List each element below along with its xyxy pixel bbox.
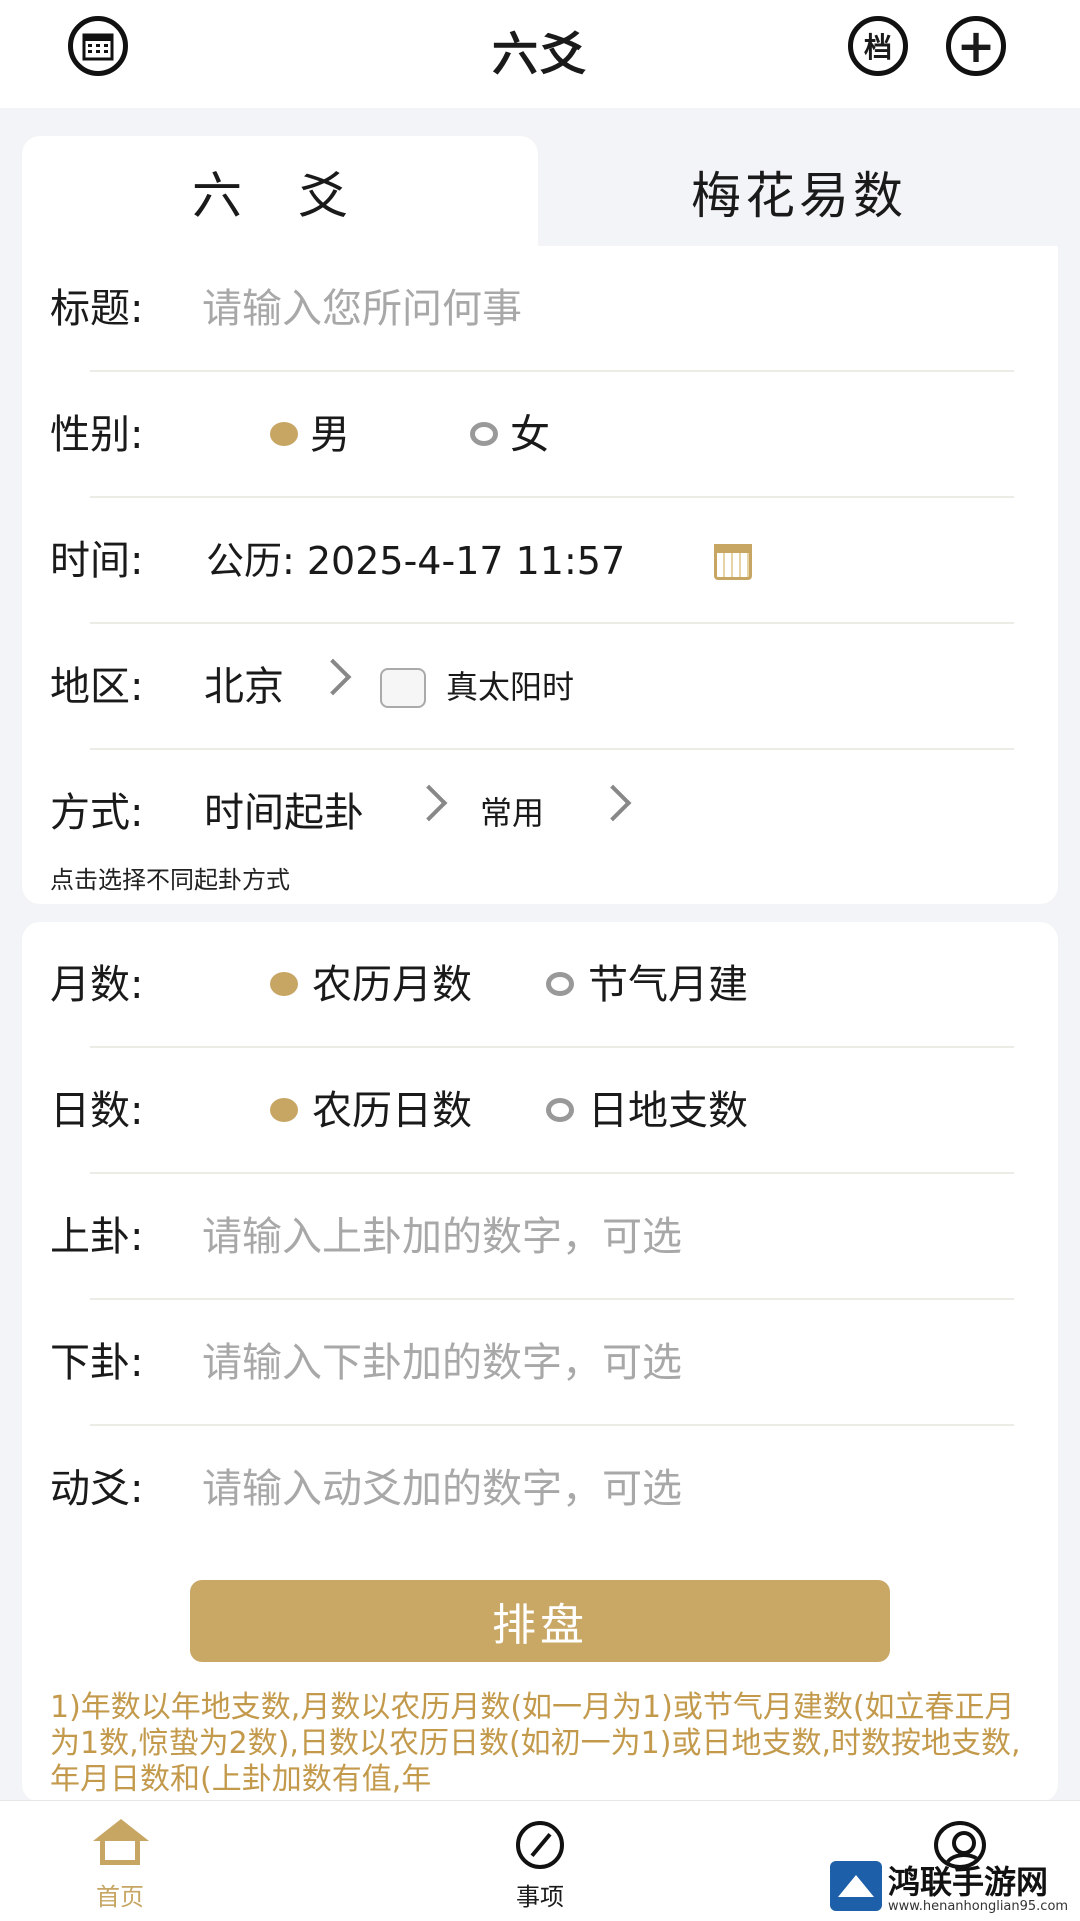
chevron-right-icon[interactable] [314, 658, 352, 696]
top-bar: 六爻 档 + [0, 0, 1080, 108]
title-input[interactable]: 请输入您所问何事 [202, 246, 522, 372]
lower-trigram-row: 下卦: 请输入下卦加的数字，可选 [50, 1300, 1014, 1426]
radio-female[interactable] [470, 422, 498, 446]
day-row: 日数: 农历日数 日地支数 [50, 1048, 1014, 1174]
watermark-logo-icon [830, 1861, 882, 1911]
title-row: 标题: 请输入您所问何事 [50, 246, 1014, 372]
watermark: 鸿联手游网 www.henanhonglian95.com [830, 1855, 1076, 1917]
lower-trigram-input[interactable]: 请输入下卦加的数字，可选 [202, 1300, 682, 1426]
nav-tasks[interactable]: 事项 [470, 1821, 610, 1912]
solar-time-label[interactable]: 真太阳时 [446, 624, 574, 750]
time-row: 时间: 公历: 2025-4-17 11:57 [50, 498, 1014, 624]
method-label: 方式: [50, 790, 144, 836]
moving-line-input[interactable]: 请输入动爻加的数字，可选 [202, 1426, 682, 1552]
region-label: 地区: [50, 664, 144, 710]
submit-button[interactable]: 排盘 [190, 1580, 890, 1662]
region-value[interactable]: 北京 [204, 624, 284, 750]
solar-time-checkbox[interactable] [380, 668, 426, 708]
method-hint: 点击选择不同起卦方式 [50, 866, 290, 894]
page-title: 六爻 [492, 27, 588, 81]
nav-tasks-label: 事项 [516, 1883, 564, 1911]
method-preset[interactable]: 常用 [480, 750, 544, 876]
gender-label: 性别: [50, 412, 144, 458]
radio-male[interactable] [270, 422, 298, 446]
home-icon [93, 1819, 149, 1865]
calendar-picker-icon[interactable] [714, 544, 752, 580]
moving-line-label: 动爻: [50, 1466, 144, 1512]
radio-lunar-day-label[interactable]: 农历日数 [312, 1048, 472, 1174]
archive-button[interactable]: 档 [848, 16, 908, 76]
radio-female-label[interactable]: 女 [510, 372, 550, 498]
radio-solar-term-month-label[interactable]: 节气月建 [588, 922, 748, 1048]
upper-trigram-label: 上卦: [50, 1214, 144, 1260]
upper-trigram-row: 上卦: 请输入上卦加的数字，可选 [50, 1174, 1014, 1300]
upper-trigram-input[interactable]: 请输入上卦加的数字，可选 [202, 1174, 682, 1300]
day-label: 日数: [50, 1088, 144, 1134]
time-label: 时间: [50, 538, 144, 584]
number-settings-card: 月数: 农历月数 节气月建 日数: 农历日数 日地支数 上卦: 请输入上卦加的数… [22, 922, 1058, 1802]
tab-meihua[interactable]: 梅花易数 [540, 136, 1058, 248]
radio-branch-day-label[interactable]: 日地支数 [588, 1048, 748, 1174]
radio-male-label[interactable]: 男 [310, 372, 350, 498]
lower-trigram-label: 下卦: [50, 1340, 144, 1386]
basic-info-card: 标题: 请输入您所问何事 性别: 男 女 时间: 公历: 2025-4-17 1… [22, 246, 1058, 904]
nav-home[interactable]: 首页 [50, 1819, 190, 1912]
add-button[interactable]: + [946, 16, 1006, 76]
moving-line-row: 动爻: 请输入动爻加的数字，可选 [50, 1426, 1014, 1552]
gender-row: 性别: 男 女 [50, 372, 1014, 498]
radio-lunar-month-label[interactable]: 农历月数 [312, 922, 472, 1048]
tab-liuyao[interactable]: 六 爻 [22, 136, 538, 248]
method-row: 方式: 时间起卦 常用 [50, 750, 1014, 876]
nav-home-label: 首页 [96, 1883, 144, 1911]
chevron-right-icon[interactable] [410, 784, 448, 822]
watermark-url: www.henanhonglian95.com [888, 1899, 1069, 1914]
time-value[interactable]: 公历: 2025-4-17 11:57 [206, 498, 625, 624]
compass-icon [514, 1821, 566, 1869]
watermark-text: 鸿联手游网 [888, 1863, 1049, 1901]
title-label: 标题: [50, 286, 144, 332]
chevron-right-icon[interactable] [594, 784, 632, 822]
radio-lunar-month[interactable] [270, 972, 298, 996]
method-value[interactable]: 时间起卦 [204, 750, 364, 876]
month-row: 月数: 农历月数 节气月建 [50, 922, 1014, 1048]
radio-solar-term-month[interactable] [546, 972, 574, 996]
region-row: 地区: 北京 真太阳时 [50, 624, 1014, 750]
month-label: 月数: [50, 962, 144, 1008]
radio-branch-day[interactable] [546, 1098, 574, 1122]
radio-lunar-day[interactable] [270, 1098, 298, 1122]
notes-text: 1)年数以年地支数,月数以农历月数(如一月为1)或节气月建数(如立春正月为1数,… [50, 1690, 1021, 1794]
